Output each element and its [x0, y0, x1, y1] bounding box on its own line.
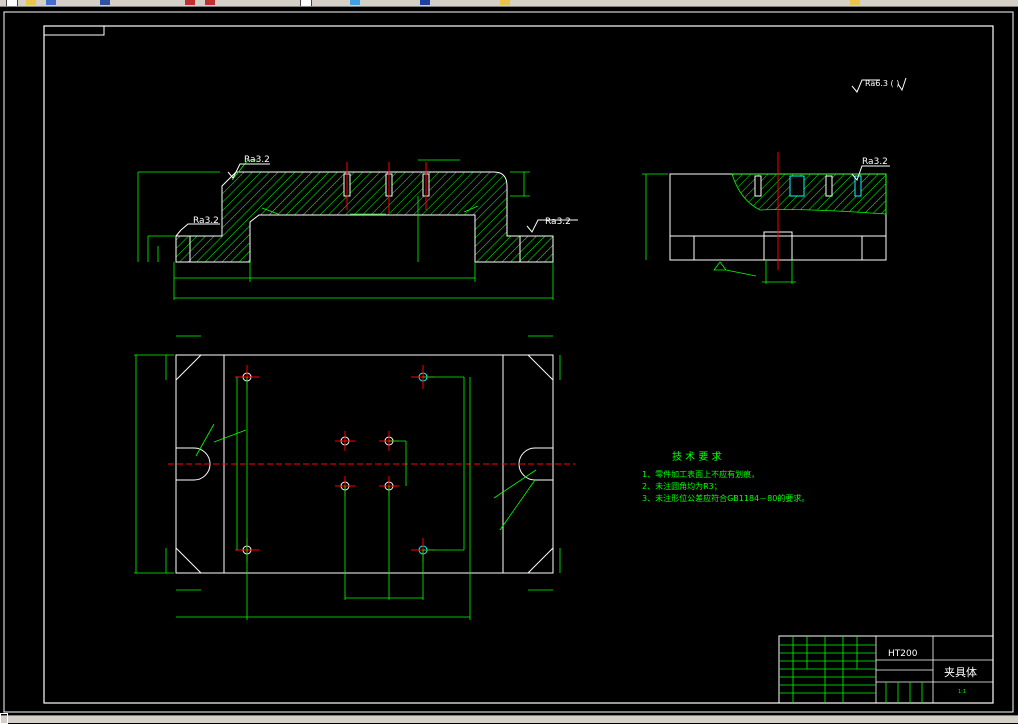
tech-req-item-2: 2、未注圆角均为R3； [642, 481, 722, 491]
open-icon[interactable] [26, 0, 36, 5]
svg-text:Ra3.2: Ra3.2 [193, 216, 219, 226]
tech-req-item-3: 3、未注形位公差应符合GB1184－80的要求。 [642, 493, 809, 503]
toolbar [0, 0, 1018, 7]
part-name-label: 夹具体 [944, 665, 977, 679]
new-icon[interactable] [6, 0, 18, 6]
properties-icon[interactable] [420, 0, 430, 5]
top-note-text: Ra6.3 ( ) [865, 79, 899, 88]
svg-text:Ra3.2: Ra3.2 [244, 155, 270, 165]
undo-icon[interactable] [185, 0, 195, 5]
material-label: HT200 [888, 649, 918, 659]
plan-view [134, 335, 575, 620]
svg-text:Ra3.2: Ra3.2 [862, 157, 888, 167]
pan-icon[interactable] [300, 0, 312, 6]
frame-tab [43, 25, 105, 36]
tech-req-item-1: 1、零件加工表面上不应有划痕， [642, 469, 759, 479]
inner-frame [43, 25, 994, 704]
title-block: HT200 夹具体 1:1 [778, 635, 994, 704]
outer-frame [3, 11, 1014, 713]
top-roughness-note: Ra6.3 ( ) [851, 77, 907, 93]
plot-icon[interactable] [100, 0, 110, 5]
side-section-view: Ra3.2 [642, 152, 890, 284]
svg-text:Ra3.2: Ra3.2 [545, 217, 571, 227]
help-icon[interactable] [850, 0, 860, 5]
redo-icon[interactable] [205, 0, 215, 5]
drawing-canvas[interactable]: Ra6.3 ( ) Ra3.2 Ra3.2 Ra3.2 Ra3.2 技 术 要 … [0, 7, 1018, 715]
scale-label: 1:1 [958, 689, 966, 695]
front-section-view: Ra3.2 Ra3.2 Ra3.2 [137, 155, 578, 300]
tech-req-title: 技 术 要 求 [672, 450, 722, 463]
layer-icon[interactable] [500, 0, 510, 5]
zoom-icon[interactable] [350, 0, 360, 5]
ucs-icon [0, 713, 8, 724]
save-icon[interactable] [46, 0, 56, 5]
tech-requirements: 技 术 要 求 1、零件加工表面上不应有划痕， 2、未注圆角均为R3； 3、未注… [642, 450, 809, 503]
